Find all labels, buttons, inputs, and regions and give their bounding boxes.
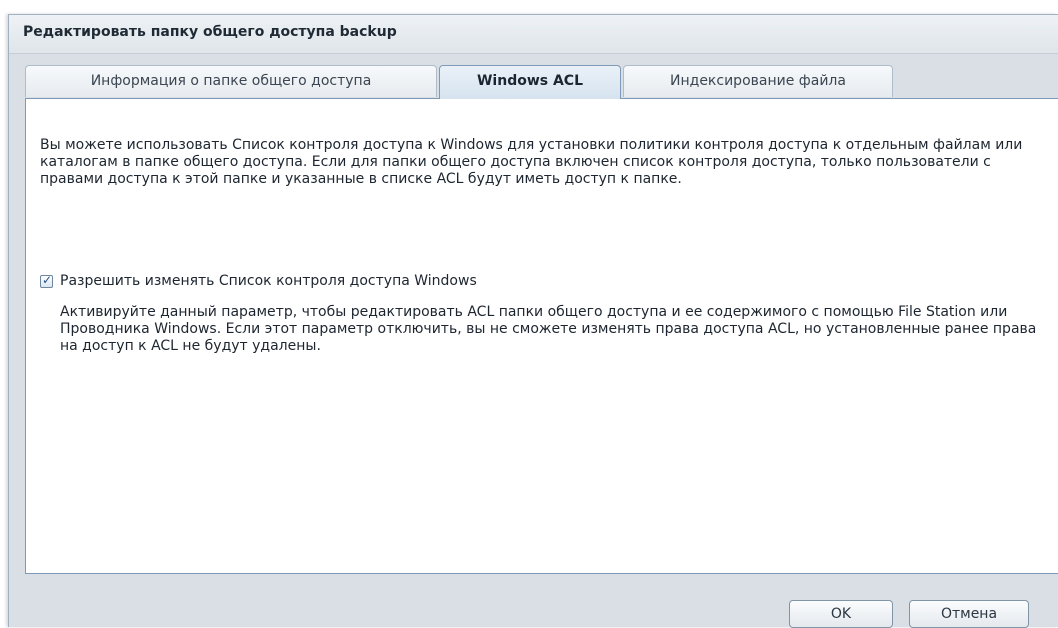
acl-checkbox[interactable]: ✓ (40, 273, 53, 288)
tab-strip: Информация о папке общего доступа Window… (25, 65, 1058, 99)
tab-file-indexing[interactable]: Индексирование файла (623, 65, 893, 97)
dialog-titlebar[interactable]: Редактировать папку общего доступа backu… (9, 15, 1058, 54)
acl-description: Вы можете использовать Список контроля д… (40, 137, 1023, 187)
checkmark-icon: ✓ (41, 273, 53, 287)
cancel-button[interactable]: Отмена (909, 600, 1029, 628)
dialog-footer: OK Отмена (9, 583, 1058, 628)
tab-shared-folder-info[interactable]: Информация о папке общего доступа (25, 65, 437, 97)
ok-button[interactable]: OK (789, 600, 893, 628)
tab-windows-acl[interactable]: Windows ACL (439, 65, 621, 99)
dialog-title: Редактировать папку общего доступа backu… (23, 24, 397, 40)
tab-content-panel: Вы можете использовать Список контроля д… (25, 98, 1058, 574)
edit-shared-folder-dialog: Редактировать папку общего доступа backu… (8, 14, 1058, 628)
acl-checkbox-label[interactable]: Разрешить изменять Список контроля досту… (60, 273, 477, 290)
acl-hint: Активируйте данный параметр, чтобы редак… (60, 304, 1037, 354)
